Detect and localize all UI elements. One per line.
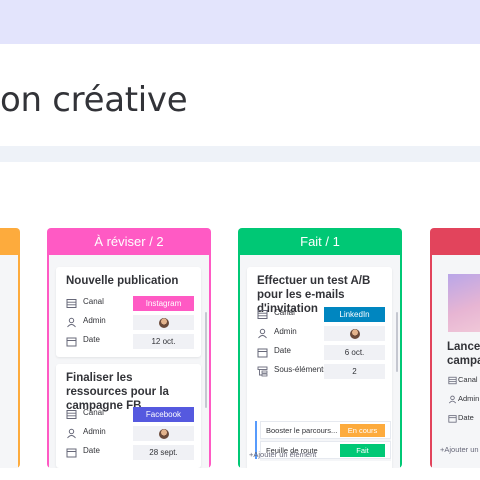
field-label: Admin bbox=[83, 427, 106, 436]
card-title: Nouvelle publication bbox=[66, 275, 179, 287]
scrollbar[interactable] bbox=[396, 312, 398, 372]
card-title-line: Lancem bbox=[447, 341, 480, 353]
field-date: Date 28 sept. bbox=[66, 445, 196, 460]
card-cover-image bbox=[448, 274, 480, 332]
section-divider bbox=[0, 146, 480, 162]
subitems-icon bbox=[257, 366, 268, 377]
column-red-header[interactable] bbox=[430, 228, 480, 255]
field-canal: Canal Facebook bbox=[66, 407, 196, 422]
table-icon bbox=[66, 299, 77, 308]
field-label: Canal bbox=[274, 308, 295, 317]
avatar bbox=[158, 317, 169, 328]
table-icon bbox=[66, 410, 77, 419]
column-orange-body bbox=[0, 255, 20, 468]
card-nouvelle-publication[interactable]: Nouvelle publication Canal Instagram Adm… bbox=[56, 267, 201, 357]
add-item-link[interactable]: +Ajouter un élément bbox=[249, 450, 316, 459]
card-title: Lancem campag bbox=[447, 340, 480, 368]
column-body: Effectuer un test A/B pour les e-mails d… bbox=[238, 255, 402, 468]
table-icon bbox=[448, 376, 457, 385]
date-value[interactable]: 28 sept. bbox=[133, 445, 194, 460]
field-date: Date 12 oct. bbox=[66, 334, 196, 349]
person-icon bbox=[448, 395, 457, 404]
avatar bbox=[349, 328, 360, 339]
subitems-count[interactable]: 2 bbox=[324, 364, 385, 379]
field-date: Date 6 oct. bbox=[257, 345, 387, 360]
field-admin: Admin bbox=[66, 426, 196, 441]
admin-value[interactable] bbox=[133, 315, 194, 330]
calendar-icon bbox=[66, 337, 77, 347]
field-label: Canal bbox=[458, 375, 478, 384]
date-value[interactable]: 6 oct. bbox=[324, 345, 385, 360]
field-subitems: Sous-éléments 2 bbox=[257, 364, 387, 379]
avatar bbox=[158, 428, 169, 439]
column-header[interactable]: À réviser / 2 bbox=[47, 228, 211, 255]
field-label: Canal bbox=[83, 297, 104, 306]
column-orange bbox=[0, 228, 20, 468]
field-canal: Canal LinkedIn bbox=[257, 307, 387, 322]
calendar-icon bbox=[257, 348, 268, 358]
canal-tag[interactable]: LinkedIn bbox=[324, 307, 385, 322]
field-label: Admin bbox=[458, 394, 480, 403]
field-label: Date bbox=[458, 413, 474, 422]
field-label: Admin bbox=[83, 316, 106, 325]
subitem-status[interactable]: En cours bbox=[340, 424, 385, 437]
field-admin: Admin bbox=[257, 326, 387, 341]
table-icon bbox=[257, 310, 268, 319]
canal-tag[interactable]: Facebook bbox=[133, 407, 194, 422]
field-label: Date bbox=[83, 446, 100, 455]
date-value[interactable]: 12 oct. bbox=[133, 334, 194, 349]
person-icon bbox=[67, 428, 76, 439]
person-icon bbox=[258, 328, 267, 339]
field-label: Date bbox=[83, 335, 100, 344]
admin-value[interactable] bbox=[133, 426, 194, 441]
column-fait: Fait / 1 Effectuer un test A/B pour les … bbox=[238, 228, 402, 468]
field-label: Date bbox=[274, 346, 291, 355]
field-label: Sous-éléments bbox=[274, 365, 328, 374]
column-body: Nouvelle publication Canal Instagram Adm… bbox=[47, 255, 211, 468]
page-title: on créative bbox=[0, 80, 188, 120]
subitem-status[interactable]: Fait bbox=[340, 444, 385, 457]
field-label: Canal bbox=[83, 408, 104, 417]
field-admin: Admin bbox=[66, 315, 196, 330]
subitem-name: Booster le parcours... bbox=[266, 426, 338, 435]
field-label: Admin bbox=[274, 327, 297, 336]
canal-tag[interactable]: Instagram bbox=[133, 296, 194, 311]
card-finaliser-ressources[interactable]: Finaliser les ressources pour la campagn… bbox=[56, 364, 201, 468]
column-header[interactable]: Fait / 1 bbox=[238, 228, 402, 255]
field-canal: Canal Instagram bbox=[66, 296, 196, 311]
top-banner bbox=[0, 0, 480, 44]
column-a-reviser: À réviser / 2 Nouvelle publication Canal… bbox=[47, 228, 211, 468]
column-orange-header[interactable] bbox=[0, 228, 20, 255]
calendar-icon bbox=[66, 448, 77, 458]
scrollbar[interactable] bbox=[205, 312, 207, 408]
admin-value[interactable] bbox=[324, 326, 385, 341]
card-title-line: campag bbox=[447, 355, 480, 367]
add-item-link[interactable]: +Ajouter un é bbox=[440, 445, 480, 454]
person-icon bbox=[67, 317, 76, 328]
subitem-row[interactable]: Booster le parcours... En cours bbox=[260, 421, 391, 439]
calendar-icon bbox=[448, 415, 457, 423]
card-title: Finaliser les ressources pour la campagn… bbox=[66, 372, 169, 412]
